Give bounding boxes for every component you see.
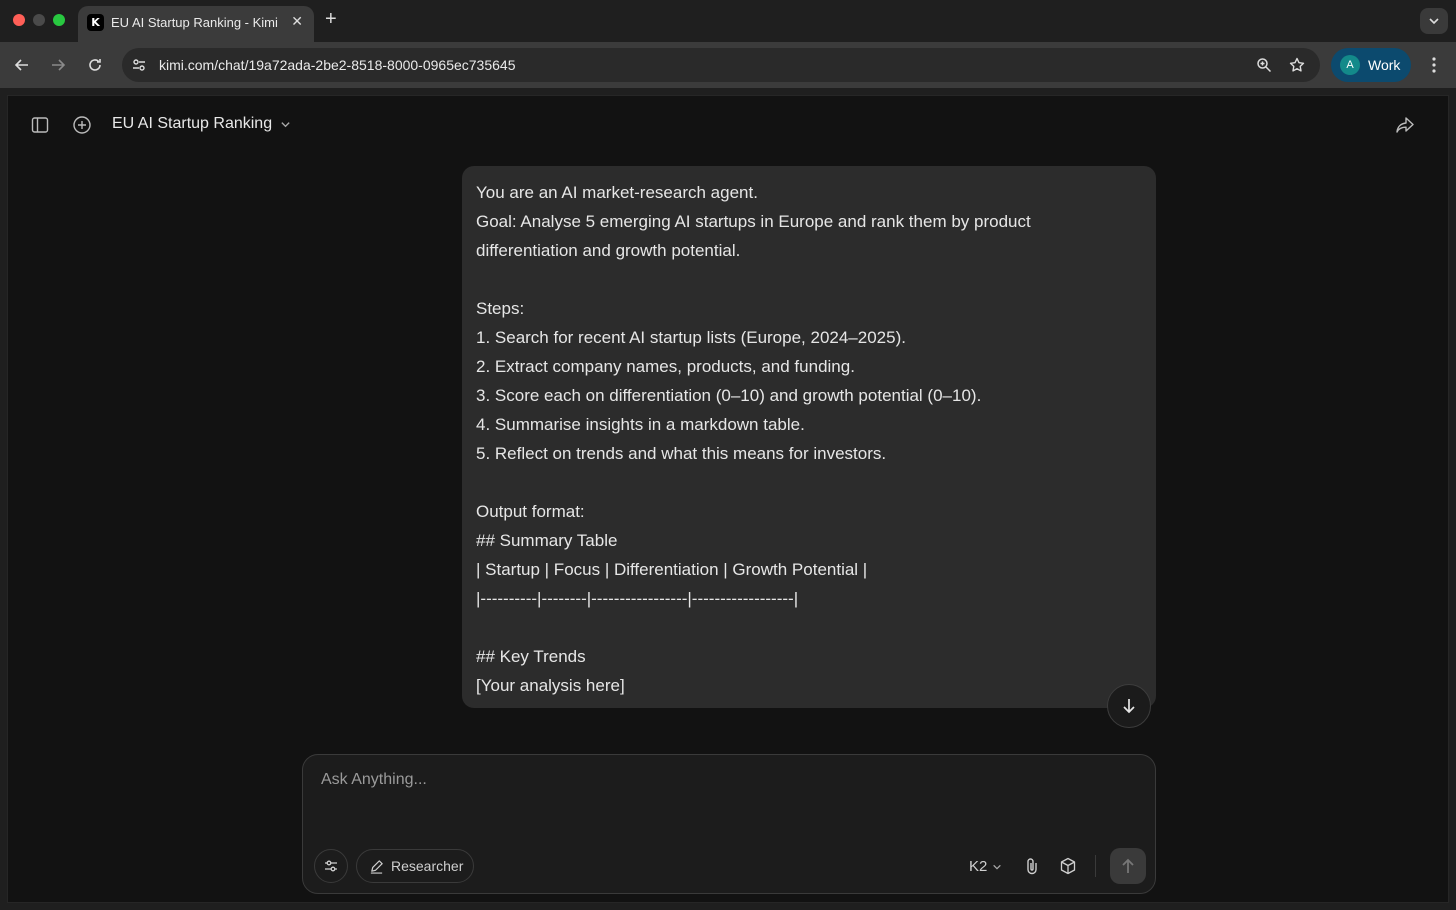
plus-circle-icon bbox=[73, 116, 91, 134]
sidebar-icon bbox=[31, 117, 49, 133]
kimi-chat-page: EU AI Startup Ranking You are an AI mark… bbox=[7, 95, 1449, 903]
pen-icon bbox=[370, 859, 383, 874]
toolbar-divider bbox=[1095, 855, 1096, 877]
message-line: Steps: bbox=[476, 299, 525, 318]
chat-title-dropdown[interactable]: EU AI Startup Ranking bbox=[112, 115, 291, 133]
more-vertical-icon bbox=[1432, 57, 1436, 73]
new-tab-button[interactable]: + bbox=[325, 8, 337, 31]
chevron-down-icon bbox=[993, 864, 1002, 870]
profile-label: Work bbox=[1368, 57, 1401, 73]
researcher-label: Researcher bbox=[391, 858, 464, 874]
message-line: ## Key Trends bbox=[476, 647, 586, 666]
chat-input[interactable] bbox=[321, 771, 1121, 789]
message-line: You are an AI market-research agent. bbox=[476, 183, 758, 202]
avatar: A bbox=[1340, 55, 1360, 75]
message-line: differentiation and growth potential. bbox=[476, 241, 741, 260]
message-line: Goal: Analyse 5 emerging AI startups in … bbox=[476, 212, 1031, 231]
window-close-button[interactable] bbox=[13, 14, 25, 26]
tab-close-icon[interactable]: ✕ bbox=[291, 13, 303, 30]
message-line bbox=[476, 613, 1142, 642]
window-minimize-button[interactable] bbox=[33, 14, 45, 26]
sliders-icon bbox=[325, 860, 337, 872]
browser-tab-bar: K EU AI Startup Ranking - Kimi ✕ + bbox=[0, 0, 1456, 42]
model-label: K2 bbox=[969, 858, 988, 875]
message-line: |----------|--------|-----------------|-… bbox=[476, 589, 799, 608]
back-button[interactable] bbox=[11, 54, 33, 76]
url-text: kimi.com/chat/19a72ada-2be2-8518-8000-09… bbox=[159, 57, 516, 73]
toolkit-button[interactable] bbox=[1058, 856, 1078, 876]
chat-title: EU AI Startup Ranking bbox=[112, 115, 273, 132]
researcher-mode-button[interactable]: Researcher bbox=[356, 849, 475, 883]
settings-button[interactable] bbox=[314, 849, 348, 883]
scroll-to-bottom-button[interactable] bbox=[1107, 684, 1151, 728]
chevron-down-icon bbox=[281, 121, 290, 127]
arrow-right-icon bbox=[52, 59, 66, 71]
attach-button[interactable] bbox=[1022, 856, 1042, 876]
zoom-icon[interactable] bbox=[1255, 56, 1273, 74]
browser-tab-active[interactable]: K EU AI Startup Ranking - Kimi ✕ bbox=[78, 6, 314, 42]
reload-icon bbox=[89, 59, 101, 71]
arrow-up-icon bbox=[1122, 858, 1134, 873]
user-message-bubble: You are an AI market-research agent. Goal… bbox=[462, 166, 1156, 708]
profile-button[interactable]: A Work bbox=[1331, 48, 1411, 82]
arrow-left-icon bbox=[14, 59, 28, 71]
message-line: 1. Search for recent AI startup lists (E… bbox=[476, 328, 906, 347]
kimi-favicon-icon: K bbox=[87, 14, 104, 31]
bookmark-star-icon[interactable] bbox=[1288, 56, 1306, 74]
message-line: 5. Reflect on trends and what this means… bbox=[476, 444, 887, 463]
model-selector[interactable]: K2 bbox=[969, 858, 1002, 875]
browser-toolbar: kimi.com/chat/19a72ada-2be2-8518-8000-09… bbox=[0, 42, 1456, 88]
message-line: 3. Score each on differentiation (0–10) … bbox=[476, 386, 982, 405]
share-button[interactable] bbox=[1394, 114, 1416, 136]
message-line bbox=[476, 265, 1142, 294]
window-zoom-button[interactable] bbox=[53, 14, 65, 26]
cube-icon bbox=[1060, 857, 1076, 875]
message-line: | Startup | Focus | Differentiation | Gr… bbox=[476, 560, 868, 579]
paperclip-icon bbox=[1027, 858, 1037, 875]
message-composer: Researcher K2 bbox=[302, 754, 1156, 894]
browser-menu-button[interactable] bbox=[1424, 54, 1444, 76]
message-line: Output format: bbox=[476, 502, 585, 521]
site-settings-icon[interactable] bbox=[130, 56, 148, 74]
chevron-down-icon bbox=[1429, 18, 1439, 25]
message-line: [Your analysis here] bbox=[476, 676, 625, 695]
new-chat-button[interactable] bbox=[71, 114, 93, 136]
message-line bbox=[476, 468, 1142, 497]
reload-button[interactable] bbox=[84, 54, 106, 76]
arrow-down-icon bbox=[1123, 699, 1135, 714]
share-icon bbox=[1396, 117, 1414, 133]
forward-button[interactable] bbox=[47, 54, 69, 76]
message-line: 2. Extract company names, products, and … bbox=[476, 357, 855, 376]
tab-search-button[interactable] bbox=[1420, 8, 1448, 34]
message-line: 4. Summarise insights in a markdown tabl… bbox=[476, 415, 805, 434]
message-line: ## Summary Table bbox=[476, 531, 618, 550]
send-button[interactable] bbox=[1110, 848, 1146, 884]
sidebar-toggle-button[interactable] bbox=[29, 114, 51, 136]
tab-title: EU AI Startup Ranking - Kimi bbox=[111, 15, 278, 30]
address-bar[interactable]: kimi.com/chat/19a72ada-2be2-8518-8000-09… bbox=[122, 48, 1320, 82]
